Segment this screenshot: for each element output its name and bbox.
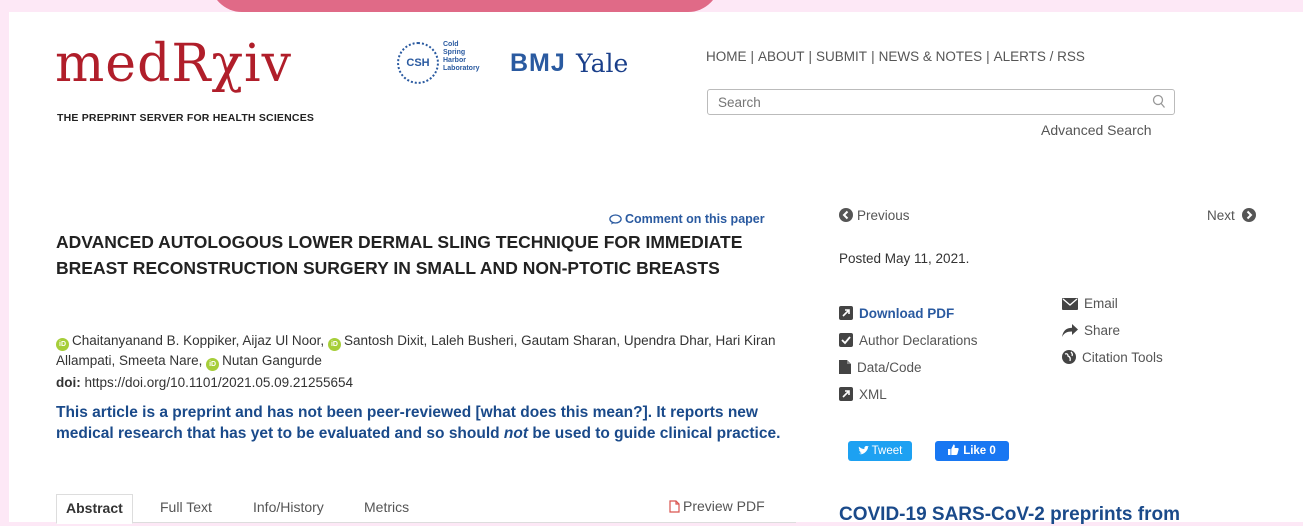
doi-link[interactable]: https://doi.org/10.1101/2021.05.09.21255…	[85, 375, 353, 390]
nav-submit-link[interactable]: SUBMIT	[816, 49, 867, 64]
yale-logo[interactable]: Yale	[576, 49, 628, 78]
xml-link[interactable]: XML	[839, 387, 887, 402]
posted-date: Posted May 11, 2021.	[839, 251, 970, 266]
orcid-icon[interactable]: iD	[56, 338, 69, 351]
data-code-link[interactable]: Data/Code	[839, 360, 922, 375]
nav-home-link[interactable]: HOME	[706, 49, 747, 64]
citation-tools-label[interactable]: Citation Tools	[1082, 350, 1163, 365]
tab-full-text[interactable]: Full Text	[160, 494, 212, 522]
comment-link-label[interactable]: Comment on this paper	[625, 212, 765, 226]
xml-label[interactable]: XML	[859, 387, 887, 402]
top-nav: HOME | ABOUT | SUBMIT | NEWS & NOTES | ALERTS / …	[706, 49, 1085, 64]
twitter-bird-icon	[857, 446, 869, 455]
download-pdf-link[interactable]: Download PDF	[839, 306, 954, 321]
like-label[interactable]: Like 0	[963, 445, 996, 457]
checkbox-icon	[839, 333, 853, 347]
bmj-logo[interactable]: BMJ	[510, 49, 566, 78]
preprint-notice: This article is a preprint and has not b…	[56, 402, 796, 444]
tab-info-history[interactable]: Info/History	[253, 494, 324, 522]
author-link[interactable]: Aijaz Ul Noor	[242, 333, 320, 348]
author-link[interactable]: Santosh Dixit	[344, 333, 424, 348]
author-link[interactable]: Gautam Sharan	[521, 333, 616, 348]
csh-logo-word: Laboratory	[443, 65, 480, 72]
preview-pdf-label[interactable]: Preview PDF	[683, 498, 765, 514]
notice-emphasis: not	[503, 425, 529, 442]
external-link-icon	[839, 387, 853, 401]
orcid-icon[interactable]: iD	[206, 358, 220, 371]
author-declarations-label[interactable]: Author Declarations	[859, 333, 978, 348]
previous-link[interactable]: Previous	[839, 208, 910, 223]
author-link[interactable]: Smeeta Nare	[119, 353, 199, 368]
author-declarations-link[interactable]: Author Declarations	[839, 333, 978, 348]
data-code-label[interactable]: Data/Code	[857, 360, 922, 375]
tab-abstract[interactable]: Abstract	[56, 494, 133, 524]
nav-about-link[interactable]: ABOUT	[758, 49, 805, 64]
previous-label[interactable]: Previous	[857, 208, 910, 223]
banner-decoration	[210, 0, 720, 12]
citation-tools-link[interactable]: Citation Tools	[1062, 350, 1163, 365]
page: medRχiv THE PREPRINT SERVER FOR HEALTH S…	[9, 12, 1303, 525]
comment-icon	[609, 214, 622, 225]
pdf-file-icon	[669, 500, 680, 513]
arrow-right-circle-icon	[1241, 208, 1256, 222]
preview-pdf-link[interactable]: Preview PDF	[669, 498, 765, 514]
logo-tagline: THE PREPRINT SERVER FOR HEALTH SCIENCES	[57, 112, 315, 124]
doi-label: doi:	[56, 375, 81, 390]
arrow-left-circle-icon	[839, 208, 853, 222]
envelope-icon	[1062, 298, 1078, 310]
orcid-icon[interactable]: iD	[327, 338, 341, 351]
file-icon	[839, 360, 851, 374]
next-label[interactable]: Next	[1207, 208, 1235, 223]
comment-link[interactable]: Comment on this paper	[609, 212, 765, 226]
search-input[interactable]	[716, 94, 1140, 111]
doi-line: doi: https://doi.org/10.1101/2021.05.09.…	[56, 375, 353, 390]
author-list: iD Chaitanyanand B. Koppiker, Aijaz Ul No…	[56, 331, 776, 371]
author-link[interactable]: Laleh Busheri	[431, 333, 514, 348]
like-button[interactable]: Like 0	[935, 441, 1009, 461]
csh-logo-word: Cold	[443, 41, 459, 48]
author-link[interactable]: Nutan Gangurde	[222, 353, 322, 368]
tweet-label[interactable]: Tweet	[872, 445, 903, 457]
next-link[interactable]: Next	[1207, 208, 1256, 223]
thumbs-up-icon	[948, 444, 959, 455]
search-field[interactable]	[707, 89, 1175, 115]
advanced-search-link[interactable]: Advanced Search	[1041, 122, 1152, 138]
share-icon	[1062, 324, 1078, 337]
covid-section-heading[interactable]: COVID-19 SARS-CoV-2 preprints from	[839, 504, 1180, 526]
author-link[interactable]: Upendra Dhar	[624, 333, 708, 348]
search-icon[interactable]	[1152, 94, 1166, 110]
csh-logo-icon[interactable]: CSH	[397, 42, 439, 84]
csh-logo-text: Cold Spring Harbor Laboratory	[443, 41, 480, 73]
csh-logo-word: Harbor	[443, 57, 466, 64]
share-label[interactable]: Share	[1084, 323, 1120, 338]
csh-logo-word: Spring	[443, 49, 466, 56]
email-link[interactable]: Email	[1062, 296, 1118, 311]
medrxiv-logo[interactable]: medRχiv	[55, 38, 292, 90]
download-pdf-label[interactable]: Download PDF	[859, 306, 954, 321]
tab-metrics[interactable]: Metrics	[364, 494, 409, 522]
nav-alerts-link[interactable]: ALERTS / RSS	[994, 49, 1085, 64]
article-title: ADVANCED AUTOLOGOUS LOWER DERMAL SLING T…	[56, 232, 743, 278]
notice-text-2: be used to guide clinical practice.	[528, 425, 781, 442]
email-label[interactable]: Email	[1084, 296, 1118, 311]
globe-icon	[1062, 350, 1076, 364]
external-link-icon	[839, 306, 853, 320]
nav-news-link[interactable]: NEWS & NOTES	[879, 49, 983, 64]
tweet-button[interactable]: Tweet	[848, 441, 912, 461]
share-link[interactable]: Share	[1062, 323, 1120, 338]
author-link[interactable]: Chaitanyanand B. Koppiker	[72, 333, 236, 348]
